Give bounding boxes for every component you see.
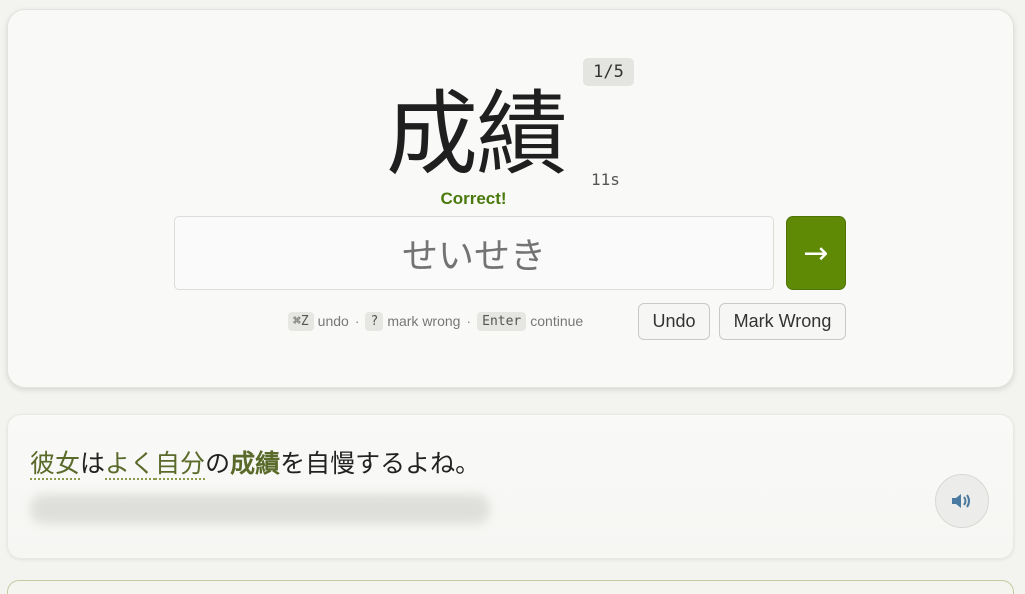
progress-counter: 1/5 bbox=[583, 58, 634, 86]
sentence-word: を自慢するよね。 bbox=[280, 449, 481, 478]
hint-separator: · bbox=[466, 313, 472, 329]
keyboard-hints: ⌘Z undo · ? mark wrong · Enter continue bbox=[288, 309, 583, 333]
hint-separator: · bbox=[354, 313, 360, 329]
sentence-word-vocab[interactable]: 彼女 bbox=[30, 449, 81, 480]
sentence-word-vocab[interactable]: 自分 bbox=[155, 449, 206, 480]
next-button[interactable]: → bbox=[786, 216, 846, 290]
next-panel-edge bbox=[7, 580, 1014, 594]
sentence-word-vocab[interactable]: よく bbox=[105, 449, 156, 480]
continue-key: Enter bbox=[477, 311, 527, 331]
feedback-label: Correct! bbox=[440, 189, 507, 208]
undo-button[interactable]: Undo bbox=[638, 303, 710, 340]
example-sentence: 彼女はよく自分の成績を自慢するよね。 bbox=[30, 444, 480, 480]
sentence-word: は bbox=[80, 449, 106, 478]
timer-label: 11s bbox=[591, 170, 620, 189]
sentence-word: の bbox=[205, 449, 231, 478]
continue-hint-label: continue bbox=[530, 313, 584, 329]
answer-input[interactable]: せいせき bbox=[174, 216, 774, 290]
kanji-prompt: 成績 bbox=[385, 80, 568, 188]
speaker-icon bbox=[952, 494, 970, 508]
mark-wrong-button[interactable]: Mark Wrong bbox=[719, 303, 846, 340]
mark-wrong-hint-label: mark wrong bbox=[387, 313, 461, 329]
undo-key: ⌘Z bbox=[288, 311, 314, 331]
play-audio-button[interactable] bbox=[935, 474, 989, 528]
blurred-translation[interactable] bbox=[30, 494, 490, 524]
sentence-target-word: 成績 bbox=[230, 449, 281, 478]
example-sentence-panel bbox=[7, 414, 1014, 559]
undo-hint-label: undo bbox=[317, 313, 349, 329]
mark-wrong-key: ? bbox=[365, 311, 384, 331]
arrow-right-icon: → bbox=[803, 235, 829, 271]
